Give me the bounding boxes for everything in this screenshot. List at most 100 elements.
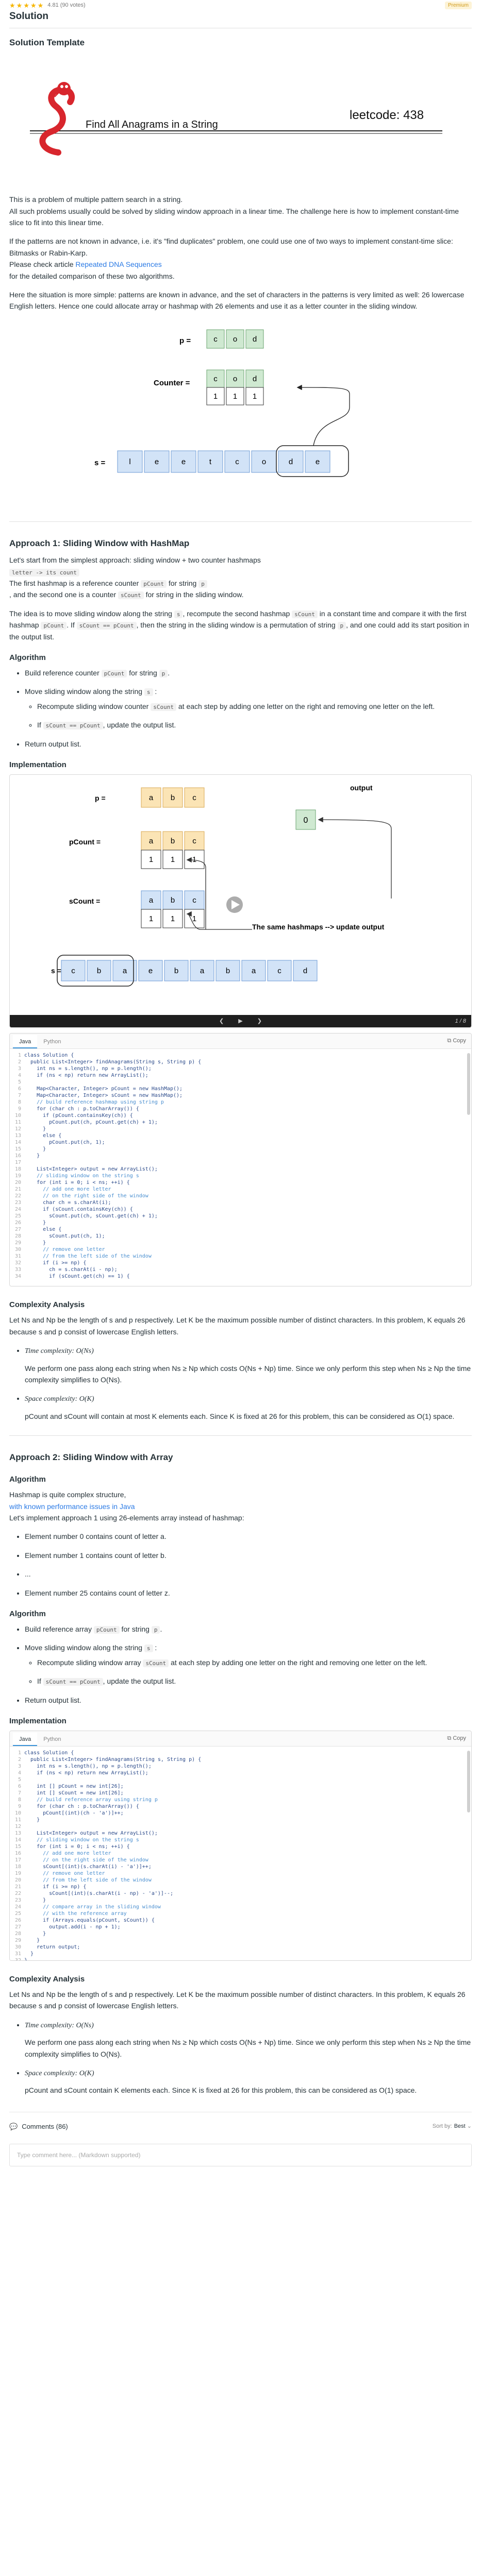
code-line: 20 // from the left side of the window bbox=[10, 1877, 471, 1884]
inline-code: pCount bbox=[101, 670, 127, 678]
tab-java[interactable]: Java bbox=[13, 1035, 38, 1049]
code-text: ch = s.charAt(i - np); bbox=[24, 1267, 118, 1273]
line-number: 25 bbox=[14, 1910, 21, 1917]
output-arrow bbox=[318, 817, 392, 899]
slide-pcount-val-char: 1 bbox=[192, 855, 196, 864]
approach1-p2-text: The first hashmap is a reference counter bbox=[9, 579, 139, 588]
line-number: 4 bbox=[18, 1073, 21, 1079]
next-slide-icon[interactable]: ❯ bbox=[257, 1017, 262, 1026]
code-scrollbar[interactable] bbox=[467, 1750, 470, 1812]
slide-s-char: d bbox=[303, 967, 307, 975]
code-text: if (ns < np) return new ArrayList(); bbox=[24, 1770, 148, 1776]
java-performance-link[interactable]: with known performance issues in Java bbox=[9, 1502, 135, 1511]
code-block-2: Java Python ⧉ Copy 1 class Solution {2 pu… bbox=[9, 1730, 472, 1961]
line-number: 27 bbox=[14, 1924, 21, 1930]
line-number: 22 bbox=[14, 1193, 21, 1199]
star-icon: ★ bbox=[23, 1, 29, 9]
approach1-p1: Let's start from the simplest approach: … bbox=[9, 554, 472, 601]
line-number: 2 bbox=[18, 1059, 21, 1065]
list-item: Return output list. bbox=[25, 1694, 472, 1706]
divider bbox=[9, 1435, 472, 1436]
sort-value: Best bbox=[454, 2123, 466, 2130]
line-number: 26 bbox=[14, 1917, 21, 1923]
code-line: 6 Map<Character, Integer> pCount = new H… bbox=[10, 1086, 471, 1092]
code-text: for (int i = 0; i < ns; ++i) { bbox=[24, 1180, 130, 1186]
list-item: Return output list. bbox=[25, 738, 472, 750]
code-line: 31 // from the left side of the window bbox=[10, 1253, 471, 1260]
list-item: Build reference counter pCount for strin… bbox=[25, 667, 472, 679]
code-text: } bbox=[24, 1930, 46, 1937]
code-line: 9 for (char ch : p.toCharArray()) { bbox=[10, 1803, 471, 1810]
banner-caption: Find All Anagrams in a String bbox=[86, 119, 218, 130]
list-item: Element number 25 contains count of lett… bbox=[25, 1587, 472, 1599]
line-number: 21 bbox=[14, 1884, 21, 1890]
code-text: } bbox=[24, 1937, 40, 1943]
code-line: 25 sCount.put(ch, sCount.get(ch) + 1); bbox=[10, 1213, 471, 1219]
complexity2-intro: Let Ns and Np be the length of s and p r… bbox=[9, 1990, 466, 2010]
star-icon: ★ bbox=[16, 1, 23, 9]
line-number: 11 bbox=[14, 1817, 21, 1823]
code-line: 20 for (int i = 0; i < ns; ++i) { bbox=[10, 1179, 471, 1186]
slide-pcount-char: a bbox=[149, 837, 154, 845]
code-text: // compare array in the sliding window bbox=[24, 1904, 161, 1910]
code-line: 26 } bbox=[10, 1219, 471, 1226]
line-number: 30 bbox=[14, 1944, 21, 1950]
code-line: 24 // compare array in the sliding windo… bbox=[10, 1904, 471, 1910]
algo-text: , update the output list. bbox=[103, 721, 176, 730]
code-text: } bbox=[24, 1817, 40, 1823]
code-line: 1 class Solution { bbox=[10, 1750, 471, 1756]
repeated-dna-link[interactable]: Repeated DNA Sequences bbox=[75, 260, 161, 268]
algo-text: If bbox=[37, 1677, 41, 1686]
line-number: 6 bbox=[18, 1086, 21, 1092]
inline-code: sCount == pCount bbox=[43, 1678, 103, 1686]
diagram-count-char: 1 bbox=[253, 392, 257, 401]
code-scrollbar[interactable] bbox=[467, 1053, 470, 1115]
output-value: 0 bbox=[304, 816, 308, 825]
rating-stars[interactable]: ★ ★ ★ ★ ★ 4.81 (90 votes) bbox=[9, 2, 86, 9]
line-number: 3 bbox=[18, 1066, 21, 1072]
code-tabs: Java Python ⧉ Copy bbox=[10, 1731, 471, 1747]
code-line: 8 // build reference array using string … bbox=[10, 1797, 471, 1803]
slide-s-char: b bbox=[174, 967, 178, 975]
code-text: pCount[(int)(ch - 'a')]++; bbox=[24, 1810, 124, 1816]
line-number: 10 bbox=[14, 1113, 21, 1119]
code-line: 29 } bbox=[10, 1937, 471, 1944]
copy-button[interactable]: ⧉ Copy bbox=[447, 1037, 466, 1046]
code-line: 12 bbox=[10, 1823, 471, 1830]
diagram-s-char: e bbox=[155, 457, 159, 466]
code-editor[interactable]: 1 class Solution {2 public List<Integer> … bbox=[10, 1049, 471, 1286]
diagram-count-char: 1 bbox=[233, 392, 237, 401]
code-text: // sliding window on the string s bbox=[24, 1173, 139, 1179]
code-text: char ch = s.charAt(i); bbox=[24, 1200, 111, 1206]
comments-icon: 💬 bbox=[9, 2122, 18, 2130]
line-number: 11 bbox=[14, 1120, 21, 1126]
sort-dropdown[interactable]: Sort by: Best ⌄ bbox=[433, 2122, 472, 2131]
play-icon[interactable]: ▶ bbox=[238, 1017, 242, 1026]
code-line: 23 char ch = s.charAt(i); bbox=[10, 1199, 471, 1206]
code-line: 22 sCount[(int)(s.charAt(i - np) - 'a')]… bbox=[10, 1890, 471, 1897]
copy-button[interactable]: ⧉ Copy bbox=[447, 1734, 466, 1743]
comment-input[interactable]: Type comment here... (Markdown supported… bbox=[9, 2143, 472, 2166]
algo-text: . bbox=[160, 1625, 162, 1634]
inline-code: sCount bbox=[118, 591, 144, 600]
code-line: 10 pCount[(int)(ch - 'a')]++; bbox=[10, 1810, 471, 1817]
code-text: if (i >= np) { bbox=[24, 1260, 87, 1266]
prev-slide-icon[interactable]: ❮ bbox=[219, 1017, 224, 1026]
code-line: 1 class Solution { bbox=[10, 1052, 471, 1059]
tab-java[interactable]: Java bbox=[13, 1732, 38, 1746]
code-editor[interactable]: 1 class Solution {2 public List<Integer> … bbox=[10, 1746, 471, 1960]
code-line: 22 // on the right side of the window bbox=[10, 1193, 471, 1199]
inline-code: sCount bbox=[292, 610, 318, 618]
inline-code: letter -> its count bbox=[9, 568, 79, 577]
code-line: 11 pCount.put(ch, pCount.get(ch) + 1); bbox=[10, 1119, 471, 1126]
code-line: 29 } bbox=[10, 1240, 471, 1246]
code-text: // remove one letter bbox=[24, 1247, 105, 1253]
approach1-p3-text: The idea is to move sliding window along… bbox=[9, 609, 172, 618]
code-line: 5 bbox=[10, 1079, 471, 1086]
banner-problem-id: leetcode: 438 bbox=[350, 108, 424, 122]
list-item: Build reference array pCount for string … bbox=[25, 1623, 472, 1635]
tab-python[interactable]: Python bbox=[37, 1733, 67, 1746]
tab-python[interactable]: Python bbox=[37, 1035, 67, 1048]
diagram-s-char: o bbox=[262, 457, 266, 466]
star-icon: ★ bbox=[37, 1, 44, 9]
